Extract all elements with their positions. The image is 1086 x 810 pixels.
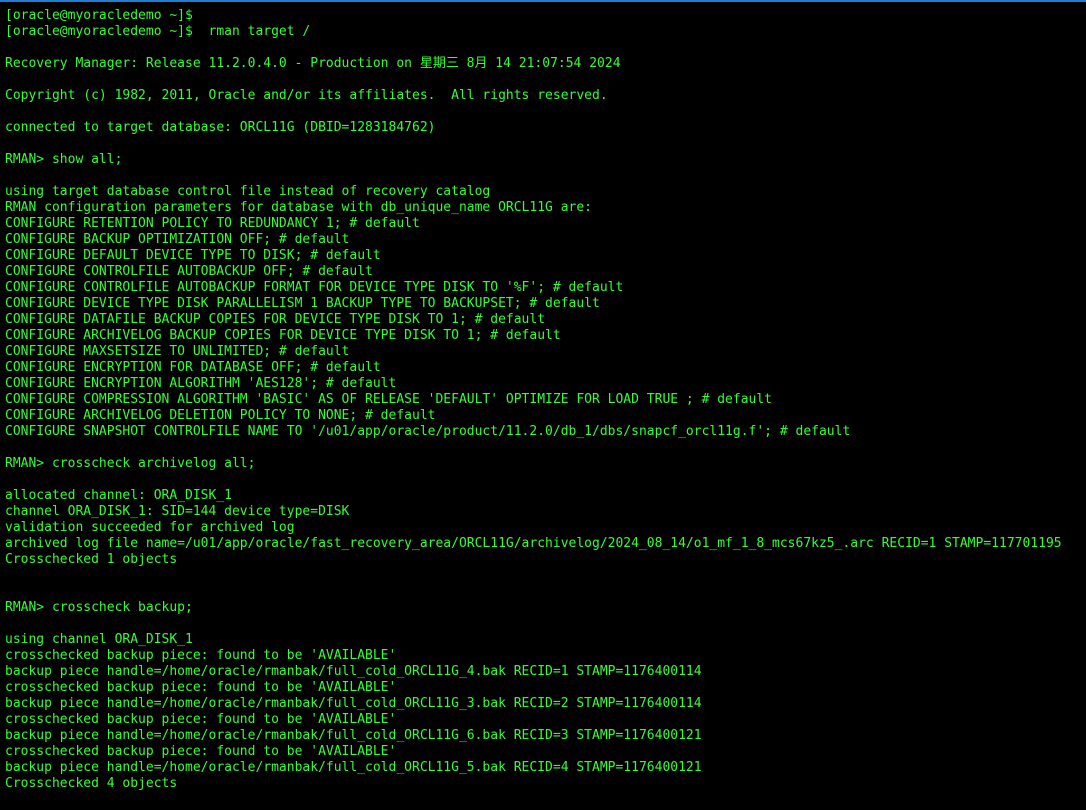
terminal-line: CONFIGURE MAXSETSIZE TO UNLIMITED; # def…	[5, 344, 350, 359]
terminal-line: backup piece handle=/home/oracle/rmanbak…	[5, 696, 702, 711]
terminal-line: connected to target database: ORCL11G (D…	[5, 120, 436, 135]
terminal-line: using channel ORA_DISK_1	[5, 632, 193, 647]
terminal-line: using target database control file inste…	[5, 184, 491, 199]
terminal-line: Recovery Manager: Release 11.2.0.4.0 - P…	[5, 56, 621, 71]
terminal-line: Crosschecked 4 objects	[5, 776, 178, 791]
terminal-output[interactable]: [oracle@myoracledemo ~]$ [oracle@myoracle…	[5, 8, 1086, 792]
terminal-window[interactable]: [oracle@myoracledemo ~]$ [oracle@myoracle…	[0, 0, 1086, 810]
terminal-line: CONFIGURE CONTROLFILE AUTOBACKUP OFF; # …	[5, 264, 373, 279]
terminal-line: CONFIGURE ARCHIVELOG DELETION POLICY TO …	[5, 408, 436, 423]
terminal-line: CONFIGURE SNAPSHOT CONTROLFILE NAME TO '…	[5, 424, 851, 439]
shell-prompt-line: [oracle@myoracledemo ~]$	[5, 8, 193, 23]
terminal-line: CONFIGURE RETENTION POLICY TO REDUNDANCY…	[5, 216, 420, 231]
terminal-line: allocated channel: ORA_DISK_1	[5, 488, 232, 503]
terminal-line: CONFIGURE DEVICE TYPE DISK PARALLELISM 1…	[5, 296, 600, 311]
rman-command-line: RMAN> show all;	[5, 152, 123, 167]
terminal-line: CONFIGURE ARCHIVELOG BACKUP COPIES FOR D…	[5, 328, 561, 343]
terminal-line: crosschecked backup piece: found to be '…	[5, 744, 397, 759]
terminal-line: CONFIGURE DATAFILE BACKUP COPIES FOR DEV…	[5, 312, 546, 327]
terminal-line: crosschecked backup piece: found to be '…	[5, 648, 397, 663]
terminal-line: CONFIGURE ENCRYPTION ALGORITHM 'AES128';…	[5, 376, 397, 391]
terminal-line: crosschecked backup piece: found to be '…	[5, 680, 397, 695]
terminal-line: CONFIGURE BACKUP OPTIMIZATION OFF; # def…	[5, 232, 350, 247]
terminal-line: Crosschecked 1 objects	[5, 552, 178, 567]
rman-command-line: RMAN> crosscheck archivelog all;	[5, 456, 256, 471]
terminal-line: backup piece handle=/home/oracle/rmanbak…	[5, 664, 702, 679]
terminal-line: archived log file name=/u01/app/oracle/f…	[5, 536, 1062, 551]
terminal-line: CONFIGURE CONTROLFILE AUTOBACKUP FORMAT …	[5, 280, 624, 295]
shell-prompt-line: [oracle@myoracledemo ~]$ rman target /	[5, 24, 311, 39]
terminal-line: channel ORA_DISK_1: SID=144 device type=…	[5, 504, 350, 519]
terminal-line: crosschecked backup piece: found to be '…	[5, 712, 397, 727]
terminal-line: RMAN configuration parameters for databa…	[5, 200, 592, 215]
terminal-line: backup piece handle=/home/oracle/rmanbak…	[5, 760, 702, 775]
terminal-line: Copyright (c) 1982, 2011, Oracle and/or …	[5, 88, 608, 103]
terminal-line: CONFIGURE ENCRYPTION FOR DATABASE OFF; #…	[5, 360, 381, 375]
rman-command-line: RMAN> crosscheck backup;	[5, 600, 193, 615]
terminal-line: validation succeeded for archived log	[5, 520, 295, 535]
terminal-line: backup piece handle=/home/oracle/rmanbak…	[5, 728, 702, 743]
terminal-line: CONFIGURE COMPRESSION ALGORITHM 'BASIC' …	[5, 392, 773, 407]
terminal-line: CONFIGURE DEFAULT DEVICE TYPE TO DISK; #…	[5, 248, 381, 263]
